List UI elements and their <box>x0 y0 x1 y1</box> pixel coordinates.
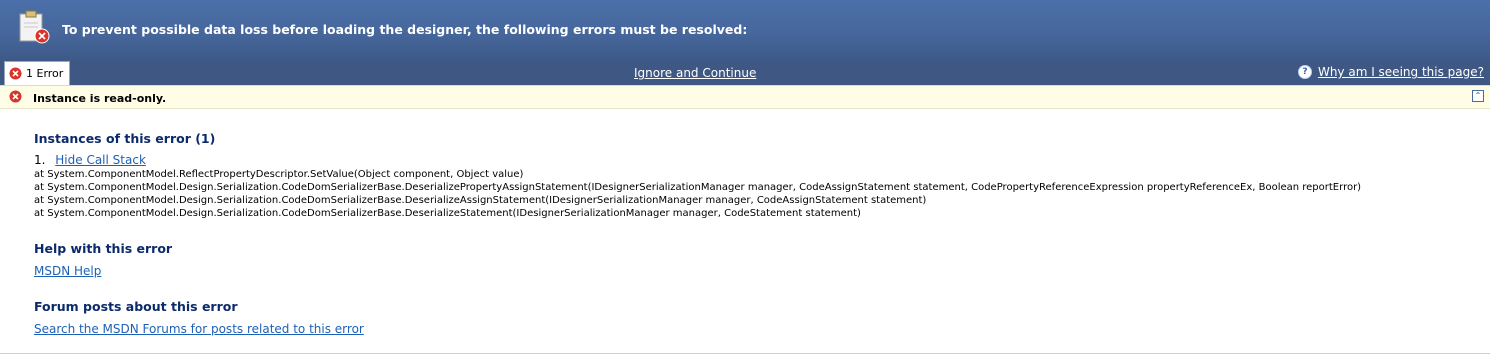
designer-error-header: To prevent possible data loss before loa… <box>0 0 1490 61</box>
search-msdn-forums-link[interactable]: Search the MSDN Forums for posts related… <box>34 322 364 336</box>
help-title: Help with this error <box>34 241 173 256</box>
ignore-and-continue-link[interactable]: Ignore and Continue <box>634 66 756 80</box>
instances-title: Instances of this error (1) <box>34 131 216 146</box>
tab-errors[interactable]: 1 Error <box>4 61 71 85</box>
why-seeing-page-link[interactable]: Why am I seeing this page? <box>1318 65 1484 79</box>
header-message: To prevent possible data loss before loa… <box>62 22 748 37</box>
clipboard-error-icon <box>19 10 50 44</box>
collapse-icon[interactable]: ⌃ <box>1472 90 1484 102</box>
stack-line: at System.ComponentModel.Design.Serializ… <box>34 208 861 219</box>
stack-line: at System.ComponentModel.ReflectProperty… <box>34 169 524 180</box>
help-icon: ? <box>1297 65 1312 79</box>
why-seeing-page[interactable]: ? Why am I seeing this page? <box>1297 65 1484 79</box>
error-details: Instances of this error (1) 1. Hide Call… <box>34 131 1361 337</box>
error-message: Instance is read-only. <box>33 92 167 105</box>
instance-item: 1. Hide Call Stack <box>34 153 1361 168</box>
tab-errors-label: 1 Error <box>26 67 64 80</box>
call-stack: at System.ComponentModel.ReflectProperty… <box>34 168 1361 220</box>
error-tabbar: 1 Error Ignore and Continue ? Why am I s… <box>0 61 1490 85</box>
hide-call-stack-link[interactable]: Hide Call Stack <box>55 153 146 167</box>
error-icon <box>9 90 22 103</box>
msdn-help-link[interactable]: MSDN Help <box>34 264 101 278</box>
error-message-bar: Instance is read-only. ⌃ <box>0 85 1490 109</box>
forum-title: Forum posts about this error <box>34 299 238 314</box>
stack-line: at System.ComponentModel.Design.Serializ… <box>34 182 1362 193</box>
error-icon <box>9 67 22 80</box>
stack-line: at System.ComponentModel.Design.Serializ… <box>34 195 927 206</box>
instance-number: 1. <box>34 153 46 167</box>
